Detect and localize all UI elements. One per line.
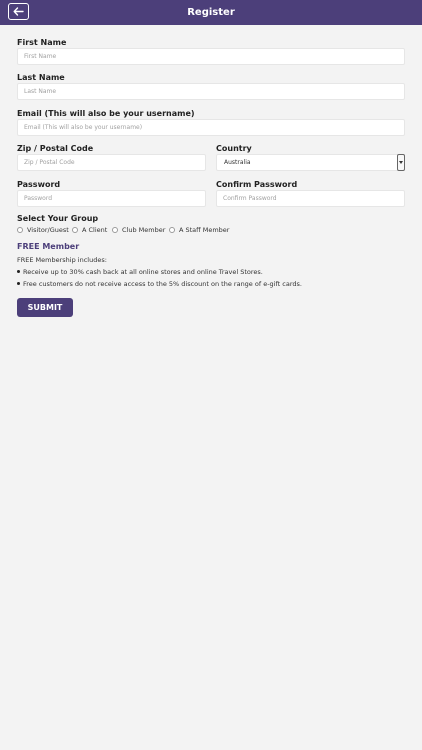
radio-label-staff-member[interactable]: A Staff Member [179, 226, 229, 234]
membership-bullet: Free customers do not receive access to … [17, 280, 302, 288]
group-label: Select Your Group [17, 214, 99, 223]
bullet-dot [17, 281, 20, 285]
confirm-password-label: Confirm Password [216, 180, 298, 189]
membership-bullet-text: Free customers do not receive access to … [23, 280, 302, 288]
password-label: Password [17, 180, 61, 189]
radio-label-client[interactable]: A Client [82, 226, 107, 234]
arrow-left-icon [13, 7, 24, 16]
radio-client[interactable] [72, 227, 78, 233]
confirm-password-input[interactable] [216, 190, 405, 207]
country-selected-value: Australia [224, 159, 251, 166]
page-title: Register [187, 7, 235, 18]
back-button[interactable] [8, 3, 29, 20]
country-label: Country [216, 144, 252, 153]
radio-label-club-member[interactable]: Club Member [122, 226, 165, 234]
radio-club-member[interactable] [112, 227, 118, 233]
first-name-input[interactable] [17, 48, 405, 65]
email-input[interactable] [17, 119, 405, 136]
membership-bullet-text: Receive up to 30% cash back at all onlin… [23, 268, 263, 276]
radio-label-visitor-guest[interactable]: Visitor/Guest [27, 226, 69, 234]
first-name-label: First Name [17, 38, 67, 47]
header-bar: Register [0, 0, 422, 25]
submit-button[interactable]: SUBMIT [17, 298, 73, 317]
last-name-label: Last Name [17, 73, 65, 82]
country-select[interactable]: Australia [216, 154, 405, 171]
membership-bullet: Receive up to 30% cash back at all onlin… [17, 268, 263, 276]
last-name-input[interactable] [17, 83, 405, 100]
membership-intro: FREE Membership includes: [17, 256, 107, 264]
radio-visitor-guest[interactable] [17, 227, 23, 233]
zip-label: Zip / Postal Code [17, 144, 94, 153]
radio-staff-member[interactable] [169, 227, 175, 233]
password-input[interactable] [17, 190, 206, 207]
bullet-dot [17, 269, 20, 273]
dropdown-arrow[interactable] [397, 154, 405, 171]
email-label: Email (This will also be your username) [17, 109, 195, 118]
caret-down-icon [399, 161, 403, 164]
membership-title: FREE Member [17, 242, 80, 251]
zip-input[interactable] [17, 154, 206, 171]
